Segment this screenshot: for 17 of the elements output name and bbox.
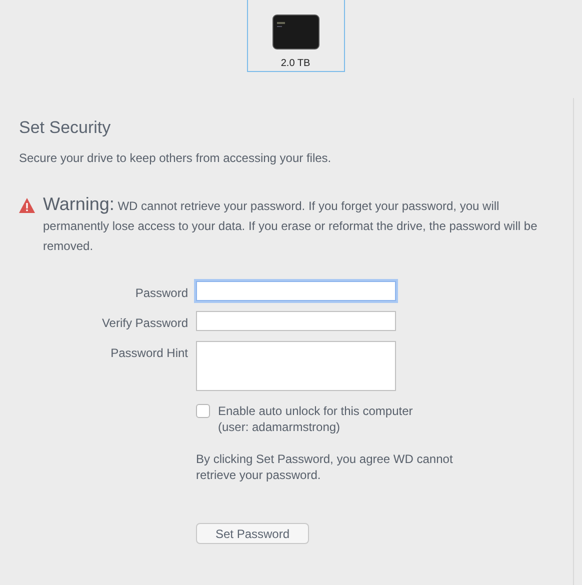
field-label: Password Hint: [110, 345, 188, 362]
set-password-button[interactable]: Set Password: [196, 523, 309, 544]
section-title: Set Security: [19, 118, 112, 138]
capacity-label: 2.0 TB: [280, 58, 310, 69]
agreement-text: By clicking Set Password, you agree WD cannot retrieve your password.: [196, 451, 454, 483]
drive-tile[interactable]: 2.0 TB: [246, 0, 344, 72]
field-label: Password: [134, 285, 188, 301]
password-field[interactable]: [196, 311, 396, 331]
hint-field[interactable]: [196, 341, 396, 391]
checkbox-label: Enable auto unlock for this computer (user: adamarmstrong): [218, 403, 414, 435]
warning-icon: [19, 198, 35, 213]
field-label: Verify Password: [100, 315, 188, 331]
section-description: Secure your drive to keep others from accessing your files.: [19, 151, 332, 165]
password-field[interactable]: [196, 281, 396, 301]
warning-message: Warning: WD cannot retrieve your password. If you forget your password, you will permanently lose access to your data. If you erase or reformat the drive, the password will be removed.: [43, 194, 538, 255]
hard-drive-icon: [272, 14, 320, 50]
checkbox[interactable]: [196, 404, 210, 418]
